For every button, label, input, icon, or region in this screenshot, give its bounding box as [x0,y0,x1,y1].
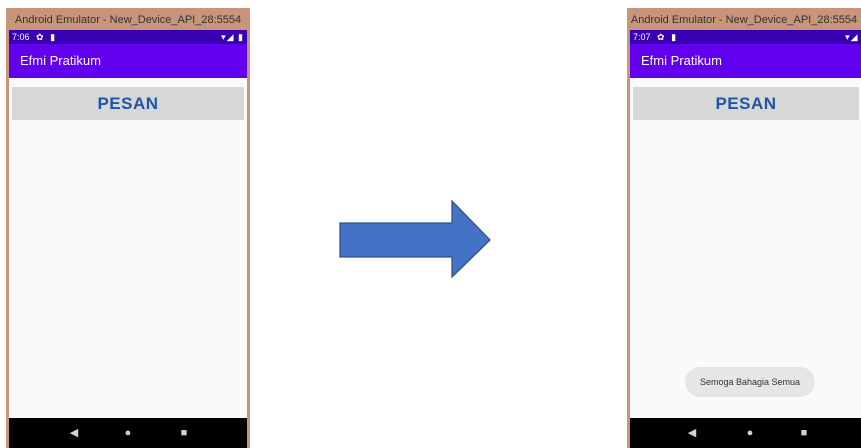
device-screen: 7:07 ✿ ▮ ▾◢ ▮ Efmi Pratikum PESAN Semoga… [630,30,861,448]
app-bar-title: Efmi Pratikum [9,44,247,78]
recents-icon[interactable]: ■ [174,418,194,448]
pesan-button[interactable]: PESAN [633,87,859,120]
status-system-icons: ▾◢ ▮ [221,32,244,42]
window-title: Android Emulator - New_Device_API_28:555… [630,14,858,26]
emulator-window-left: Android Emulator - New_Device_API_28:555… [6,8,250,448]
app-bar-title: Efmi Pratikum [630,44,861,78]
home-icon[interactable]: ● [118,418,138,448]
recents-icon[interactable]: ■ [794,418,814,448]
navigation-bar: ◀ ● ■ [630,418,861,448]
window-title: Android Emulator - New_Device_API_28:555… [14,14,242,26]
status-system-icons: ▾◢ ▮ [845,32,861,42]
toast-message: Semoga Bahagia Semua [685,367,815,397]
right-arrow-icon [339,200,491,279]
back-icon[interactable]: ◀ [64,418,84,448]
pesan-button[interactable]: PESAN [12,87,244,120]
status-bar: 7:06 ✿ ▮ ▾◢ ▮ [9,30,247,44]
status-notification-icons: ✿ ▮ [657,32,679,42]
back-icon[interactable]: ◀ [682,418,702,448]
navigation-bar: ◀ ● ■ [9,418,247,448]
status-time: 7:06 [12,32,30,42]
status-notification-icons: ✿ ▮ [36,32,58,42]
status-bar: 7:07 ✿ ▮ ▾◢ ▮ [630,30,861,44]
home-icon[interactable]: ● [740,418,760,448]
device-screen: 7:06 ✿ ▮ ▾◢ ▮ Efmi Pratikum PESAN ◀ ● ■ [9,30,247,448]
emulator-window-right: Android Emulator - New_Device_API_28:555… [627,8,861,448]
status-time: 7:07 [633,32,651,42]
